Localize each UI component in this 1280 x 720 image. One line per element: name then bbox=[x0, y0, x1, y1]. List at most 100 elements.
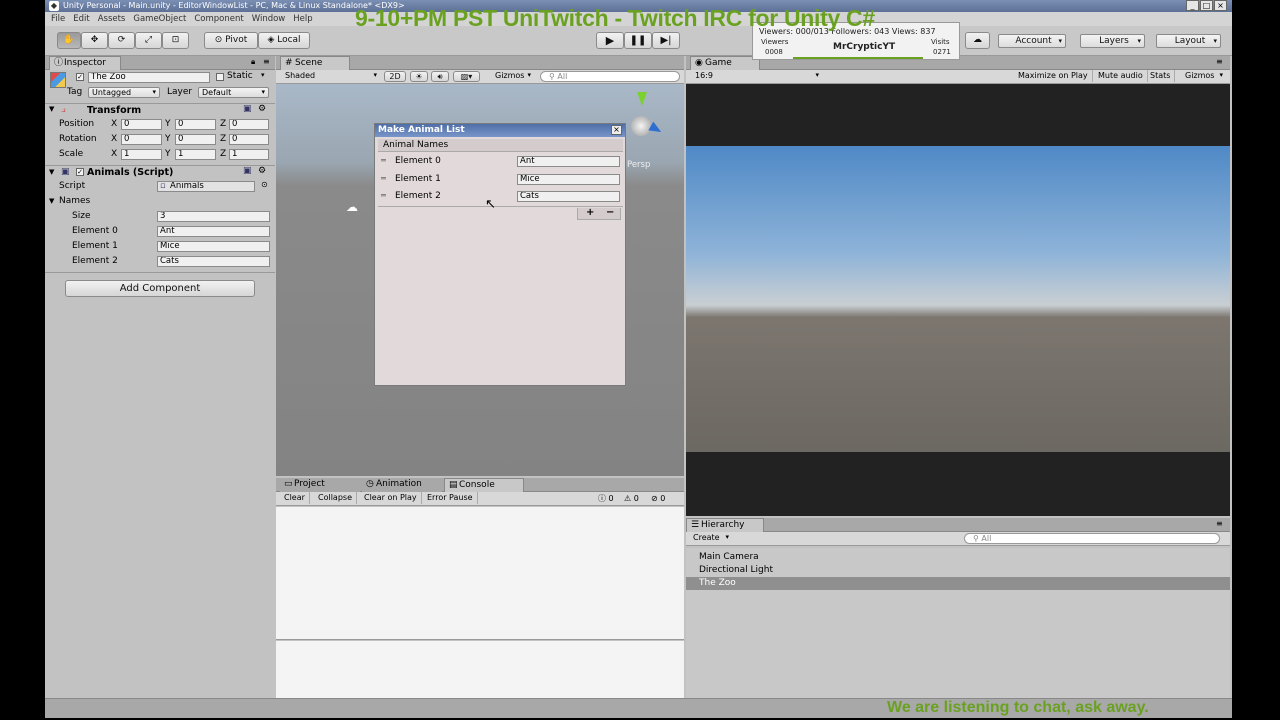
add-element-button[interactable]: + bbox=[586, 207, 594, 218]
help-icon[interactable]: ▣ bbox=[243, 166, 252, 176]
script-enabled-checkbox[interactable]: ✓ bbox=[76, 168, 84, 176]
audio-icon[interactable]: 🔊︎ bbox=[431, 71, 449, 82]
layer-dropdown[interactable]: Default bbox=[198, 87, 269, 98]
menu-file[interactable]: File bbox=[51, 12, 65, 26]
list-element-field[interactable]: Cats bbox=[517, 191, 620, 202]
static-dropdown-icon[interactable]: ▾ bbox=[261, 71, 265, 79]
drag-handle-icon[interactable]: ═ bbox=[381, 156, 386, 165]
settings-gear-icon[interactable]: ⚙ bbox=[258, 104, 266, 114]
menu-assets[interactable]: Assets bbox=[98, 12, 126, 26]
clear-on-play-button[interactable]: Clear on Play bbox=[360, 492, 422, 504]
collapse-script-icon[interactable]: ▼ bbox=[49, 168, 54, 176]
rotation-z-field[interactable]: 0 bbox=[229, 134, 269, 145]
help-icon[interactable]: ▣ bbox=[243, 104, 252, 114]
scale-tool-icon[interactable]: ⤢ bbox=[135, 32, 162, 49]
panel-menu-icon[interactable]: ≡ bbox=[263, 57, 270, 66]
tab-scene[interactable]: # Scene bbox=[280, 56, 350, 70]
tab-console[interactable]: ▤ Console bbox=[444, 478, 524, 492]
element-0-field[interactable]: Ant bbox=[157, 226, 270, 237]
stats-toggle[interactable]: Stats bbox=[1146, 70, 1176, 82]
tab-hierarchy[interactable]: ☰ Hierarchy bbox=[686, 518, 764, 532]
hierarchy-item-the-zoo[interactable]: The Zoo bbox=[686, 577, 1230, 590]
hierarchy-item-directional-light[interactable]: Directional Light bbox=[686, 564, 1230, 577]
move-tool-icon[interactable]: ✥ bbox=[81, 32, 108, 49]
menu-component[interactable]: Component bbox=[194, 12, 243, 26]
effects-icon[interactable]: ▨▾ bbox=[453, 71, 480, 82]
maximize-button[interactable]: □ bbox=[1200, 0, 1213, 11]
create-dropdown[interactable]: Create bbox=[690, 533, 732, 544]
lighting-icon[interactable]: ☀ bbox=[410, 71, 428, 82]
list-element-field[interactable]: Mice bbox=[517, 174, 620, 185]
object-picker-icon[interactable]: ⊙ bbox=[261, 180, 268, 189]
aspect-ratio-dropdown[interactable]: 16:9 bbox=[692, 71, 822, 82]
static-checkbox[interactable] bbox=[216, 73, 224, 81]
maximize-on-play-toggle[interactable]: Maximize on Play bbox=[1014, 70, 1093, 82]
mute-audio-toggle[interactable]: Mute audio bbox=[1094, 70, 1148, 82]
active-checkbox[interactable]: ✓ bbox=[76, 73, 84, 81]
error-count-toggle[interactable]: ⊘ 0 bbox=[651, 492, 665, 505]
rotate-tool-icon[interactable]: ⟳ bbox=[108, 32, 135, 49]
console-log-list[interactable] bbox=[276, 507, 684, 640]
directional-light-icon[interactable]: ☁ bbox=[346, 200, 358, 214]
close-icon[interactable]: × bbox=[611, 125, 622, 135]
hand-tool-icon[interactable]: ✋ bbox=[57, 32, 81, 49]
play-button[interactable]: ▶ bbox=[596, 32, 624, 49]
pause-button[interactable]: ❚❚ bbox=[624, 32, 652, 49]
rotation-y-field[interactable]: 0 bbox=[175, 134, 216, 145]
scale-x-field[interactable]: 1 bbox=[121, 149, 162, 160]
y-axis-cone-icon[interactable] bbox=[637, 92, 647, 106]
object-name-field[interactable]: The Zoo bbox=[88, 72, 210, 83]
add-component-button[interactable]: Add Component bbox=[65, 280, 255, 297]
info-count-toggle[interactable]: ⓘ 0 bbox=[598, 492, 614, 505]
local-toggle[interactable]: ◈ Local bbox=[258, 32, 310, 49]
position-z-field[interactable]: 0 bbox=[229, 119, 269, 130]
size-field[interactable]: 3 bbox=[157, 211, 270, 222]
menu-edit[interactable]: Edit bbox=[73, 12, 89, 26]
step-button[interactable]: ▶| bbox=[652, 32, 680, 49]
position-x-field[interactable]: 0 bbox=[121, 119, 162, 130]
gizmos-dropdown[interactable]: Gizmos bbox=[492, 71, 534, 82]
gizmo-center-icon[interactable] bbox=[631, 116, 651, 136]
rotation-x-field[interactable]: 0 bbox=[121, 134, 162, 145]
error-pause-button[interactable]: Error Pause bbox=[423, 492, 478, 504]
tag-dropdown[interactable]: Untagged bbox=[88, 87, 160, 98]
rect-tool-icon[interactable]: ⊡ bbox=[162, 32, 189, 49]
warning-count-toggle[interactable]: ⚠ 0 bbox=[624, 492, 639, 505]
shading-mode-dropdown[interactable]: Shaded bbox=[282, 71, 380, 82]
account-dropdown[interactable]: Account bbox=[998, 34, 1066, 48]
collapse-transform-icon[interactable]: ▼ bbox=[49, 105, 54, 113]
lock-icon[interactable]: 🔒︎ bbox=[251, 57, 255, 67]
menu-window[interactable]: Window bbox=[252, 12, 286, 26]
scene-search-input[interactable]: ⚲ All bbox=[540, 71, 680, 82]
settings-gear-icon[interactable]: ⚙ bbox=[258, 166, 266, 176]
panel-menu-icon[interactable]: ≡ bbox=[1216, 57, 1223, 66]
game-viewport[interactable] bbox=[686, 84, 1230, 516]
clear-button[interactable]: Clear bbox=[280, 492, 310, 504]
element-1-field[interactable]: Mice bbox=[157, 241, 270, 252]
panel-menu-icon[interactable]: ≡ bbox=[1216, 519, 1223, 528]
script-reference-field[interactable]: ▫ Animals bbox=[157, 181, 255, 192]
game-gizmos-dropdown[interactable]: Gizmos bbox=[1182, 71, 1226, 82]
z-axis-cone-icon[interactable] bbox=[648, 121, 664, 137]
list-element-field[interactable]: Ant bbox=[517, 156, 620, 167]
tab-inspector[interactable]: ⓘ Inspector bbox=[49, 56, 121, 70]
scale-y-field[interactable]: 1 bbox=[175, 149, 216, 160]
remove-element-button[interactable]: − bbox=[606, 207, 614, 218]
2d-toggle[interactable]: 2D bbox=[384, 71, 406, 82]
animal-window-titlebar[interactable]: Make Animal List bbox=[375, 124, 625, 137]
tab-animation[interactable]: ◷ Animation bbox=[362, 478, 442, 492]
console-detail-area[interactable] bbox=[276, 641, 684, 698]
menu-help[interactable]: Help bbox=[293, 12, 312, 26]
layers-dropdown[interactable]: Layers bbox=[1080, 34, 1145, 48]
menu-gameobject[interactable]: GameObject bbox=[133, 12, 186, 26]
tab-project[interactable]: ▭ Project bbox=[280, 478, 360, 492]
layout-dropdown[interactable]: Layout bbox=[1156, 34, 1221, 48]
tab-game[interactable]: ◉ Game bbox=[690, 56, 760, 70]
pivot-toggle[interactable]: ⊙ Pivot bbox=[204, 32, 258, 49]
minimize-button[interactable]: _ bbox=[1186, 0, 1199, 11]
hierarchy-search-input[interactable]: ⚲ All bbox=[964, 533, 1220, 544]
names-foldout[interactable]: Names bbox=[59, 196, 90, 206]
scale-z-field[interactable]: 1 bbox=[229, 149, 269, 160]
collapse-names-icon[interactable]: ▼ bbox=[49, 197, 54, 205]
cloud-icon[interactable]: ☁ bbox=[965, 32, 990, 49]
